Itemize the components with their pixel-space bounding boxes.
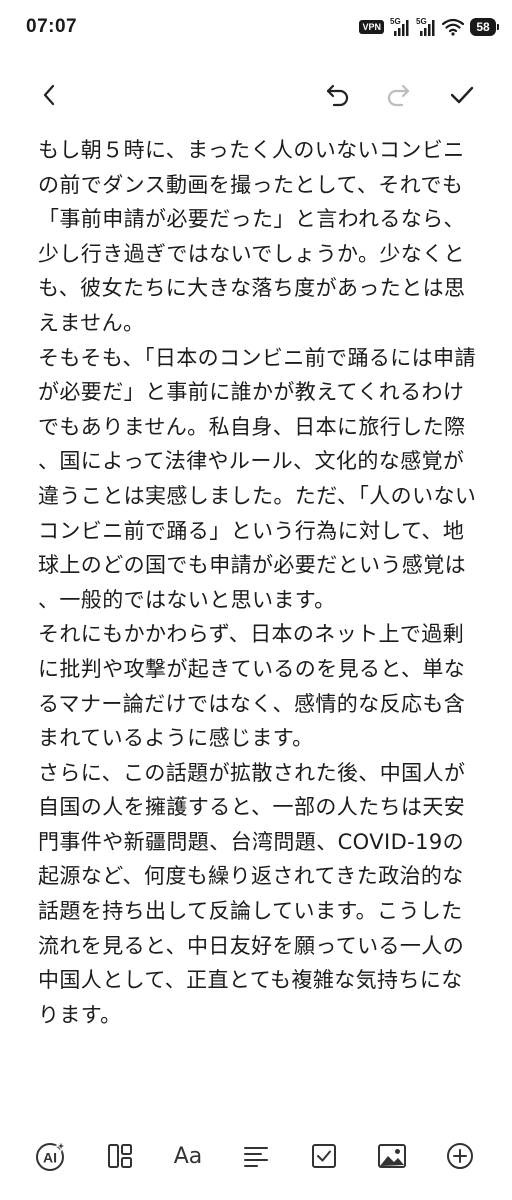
text-style-button[interactable]: Aa bbox=[168, 1136, 208, 1176]
add-icon bbox=[447, 1143, 473, 1169]
undo-button[interactable] bbox=[316, 73, 360, 117]
status-bar: 07:07 VPN 5G 5G 58 bbox=[0, 0, 512, 54]
paragraph-4[interactable]: さらに、この話題が拡散された後、中国人が自国の人を擁護すると、一部の人たちは天安… bbox=[38, 756, 478, 1033]
note-editor[interactable]: もし朝５時に、まったく人のいないコンビニの前でダンス動画を撮ったとして、それでも… bbox=[38, 133, 478, 1118]
status-time: 07:07 bbox=[26, 16, 78, 37]
signal-strength-2: 5G bbox=[416, 18, 436, 36]
network-type-1: 5G bbox=[390, 17, 401, 26]
align-button[interactable] bbox=[236, 1136, 276, 1176]
back-button[interactable] bbox=[28, 73, 72, 117]
status-icons: VPN 5G 5G 58 bbox=[359, 18, 499, 36]
redo-button[interactable] bbox=[376, 73, 420, 117]
ai-assist-button[interactable]: AI bbox=[32, 1136, 72, 1176]
text-style-icon: Aa bbox=[173, 1143, 203, 1169]
back-icon bbox=[43, 84, 55, 106]
ai-label: AI bbox=[43, 1150, 57, 1166]
image-button[interactable] bbox=[372, 1136, 412, 1176]
vpn-badge: VPN bbox=[359, 20, 384, 34]
add-button[interactable] bbox=[440, 1136, 480, 1176]
editor-toolbar bbox=[0, 60, 512, 130]
ai-assist-icon: AI bbox=[36, 1139, 68, 1171]
redo-icon bbox=[387, 84, 410, 107]
checkbox-button[interactable] bbox=[304, 1136, 344, 1176]
battery-indicator: 58 bbox=[470, 18, 499, 36]
paragraph-1[interactable]: もし朝５時に、まったく人のいないコンビニの前でダンス動画を撮ったとして、それでも… bbox=[38, 133, 478, 341]
image-icon bbox=[378, 1144, 406, 1168]
layout-button[interactable] bbox=[100, 1136, 140, 1176]
network-type-2: 5G bbox=[416, 17, 427, 26]
checkbox-icon bbox=[312, 1144, 336, 1168]
wifi-icon bbox=[442, 18, 464, 36]
signal-strength-1: 5G bbox=[390, 18, 410, 36]
paragraph-3[interactable]: それにもかかわらず、日本のネット上で過剰に批判や攻撃が起きているのを見ると、単な… bbox=[38, 617, 478, 755]
done-button[interactable] bbox=[440, 73, 484, 117]
paragraph-2[interactable]: そもそも、「日本のコンビニ前で踊るには申請が必要だ」と事前に誰かが教えてくれるわ… bbox=[38, 341, 478, 618]
check-icon bbox=[450, 86, 474, 104]
layout-icon bbox=[108, 1144, 132, 1168]
format-toolbar: AI Aa bbox=[0, 1126, 512, 1186]
align-icon bbox=[244, 1147, 268, 1167]
undo-icon bbox=[326, 84, 349, 107]
